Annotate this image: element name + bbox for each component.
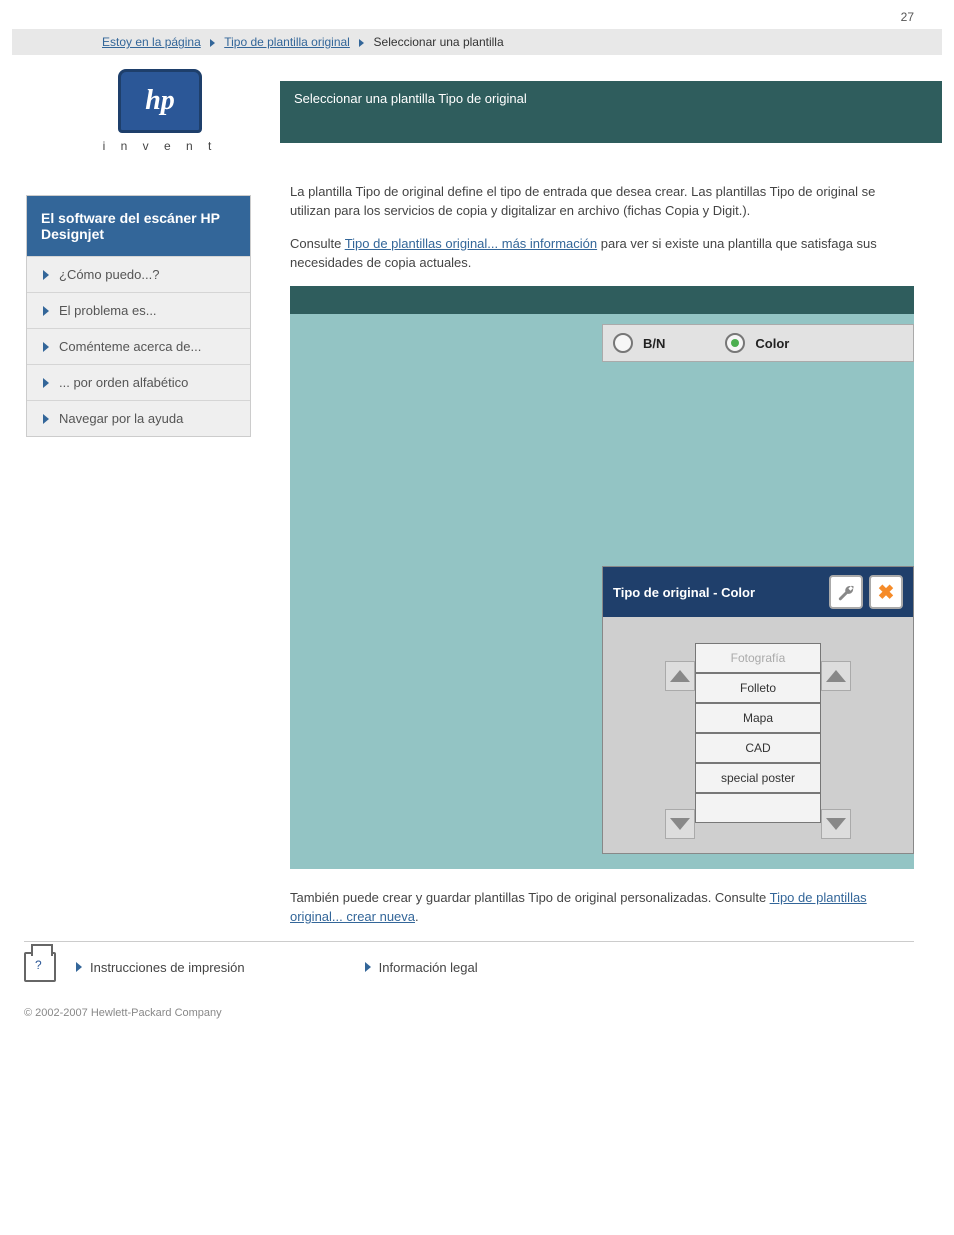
sidebar-item-label: Navegar por la ayuda	[59, 411, 183, 426]
double-arrow-down-icon	[670, 818, 690, 830]
embedded-screenshot: B/N Color Tipo de original - Color ✖	[290, 286, 914, 869]
arrow-right-icon	[43, 414, 49, 424]
link-label: Instrucciones de impresión	[90, 960, 245, 975]
close-icon[interactable]: ✖	[869, 575, 903, 609]
text-fragment: Consulte	[290, 236, 345, 251]
sidebar-item-alphabetical[interactable]: ... por orden alfabético	[27, 364, 250, 400]
link-paragraph: Consulte Tipo de plantillas original... …	[290, 235, 914, 273]
sidebar-heading: El software del escáner HP Designjet	[27, 196, 250, 256]
sidebar: El software del escáner HP Designjet ¿Có…	[26, 195, 251, 437]
color-mode-bar: B/N Color	[602, 324, 914, 362]
sidebar-item-label: ¿Cómo puedo...?	[59, 267, 159, 282]
list-item[interactable]: Fotografía	[695, 643, 821, 673]
step-down-button[interactable]	[821, 809, 851, 839]
copyright: © 2002-2007 Hewlett-Packard Company	[24, 1006, 914, 1021]
page-number: 27	[0, 0, 954, 29]
page-down-button[interactable]	[665, 809, 695, 839]
text-fragment: También puede crear y guardar plantillas…	[290, 890, 770, 905]
intro-text: La plantilla Tipo de original define el …	[290, 183, 914, 221]
step-up-button[interactable]	[821, 661, 851, 691]
step-arrows	[821, 643, 851, 839]
breadcrumb: Estoy en la página Tipo de plantilla ori…	[12, 29, 942, 55]
legal-info-link[interactable]: Información legal	[365, 960, 478, 975]
chevron-right-icon	[359, 39, 364, 47]
page-title: Seleccionar una plantilla Tipo de origin…	[280, 81, 942, 143]
color-label: Color	[755, 336, 789, 351]
radio-color[interactable]	[725, 333, 745, 353]
double-arrow-up-icon	[670, 670, 690, 682]
breadcrumb-current: Seleccionar una plantilla	[374, 35, 504, 49]
breadcrumb-link-1[interactable]: Tipo de plantilla original	[224, 35, 350, 49]
list-item-empty	[695, 793, 821, 823]
popup-title: Tipo de original - Color	[613, 585, 823, 600]
hp-logo-icon: hp	[118, 69, 202, 133]
page-up-button[interactable]	[665, 661, 695, 691]
sidebar-item-howto[interactable]: ¿Cómo puedo...?	[27, 256, 250, 292]
sidebar-item-label: El problema es...	[59, 303, 157, 318]
main-content: La plantilla Tipo de original define el …	[290, 183, 914, 927]
page-arrows	[665, 643, 695, 839]
arrow-right-icon	[43, 270, 49, 280]
radio-bn[interactable]	[613, 333, 633, 353]
wrench-icon[interactable]	[829, 575, 863, 609]
arrow-right-icon	[43, 378, 49, 388]
sidebar-item-label: Coménteme acerca de...	[59, 339, 201, 354]
arrow-down-icon	[826, 818, 846, 830]
list-item[interactable]: CAD	[695, 733, 821, 763]
hp-logo: hp i n v e n t	[100, 69, 220, 153]
outro-paragraph: También puede crear y guardar plantillas…	[290, 889, 914, 927]
arrow-up-icon	[826, 670, 846, 682]
print-instructions-link[interactable]: Instrucciones de impresión	[76, 960, 245, 975]
printer-help-icon	[24, 952, 56, 982]
footer-links: Instrucciones de impresión Información l…	[24, 941, 914, 982]
sidebar-item-navigate[interactable]: Navegar por la ayuda	[27, 400, 250, 436]
type-original-popup: Tipo de original - Color ✖ Fotografía Fo…	[602, 566, 914, 854]
sidebar-item-label: ... por orden alfabético	[59, 375, 188, 390]
arrow-right-icon	[76, 962, 82, 972]
template-list: Fotografía Folleto Mapa CAD special post…	[695, 643, 821, 839]
sidebar-item-problem[interactable]: El problema es...	[27, 292, 250, 328]
hp-invent-text: i n v e n t	[100, 139, 220, 153]
list-item[interactable]: special poster	[695, 763, 821, 793]
list-item[interactable]: Folleto	[695, 673, 821, 703]
sidebar-item-tellme[interactable]: Coménteme acerca de...	[27, 328, 250, 364]
breadcrumb-link-0[interactable]: Estoy en la página	[102, 35, 201, 49]
info-link[interactable]: Tipo de plantillas original... más infor…	[345, 236, 597, 251]
arrow-right-icon	[365, 962, 371, 972]
arrow-right-icon	[43, 306, 49, 316]
bn-label: B/N	[643, 336, 665, 351]
list-item[interactable]: Mapa	[695, 703, 821, 733]
chevron-right-icon	[210, 39, 215, 47]
link-label: Información legal	[379, 960, 478, 975]
arrow-right-icon	[43, 342, 49, 352]
